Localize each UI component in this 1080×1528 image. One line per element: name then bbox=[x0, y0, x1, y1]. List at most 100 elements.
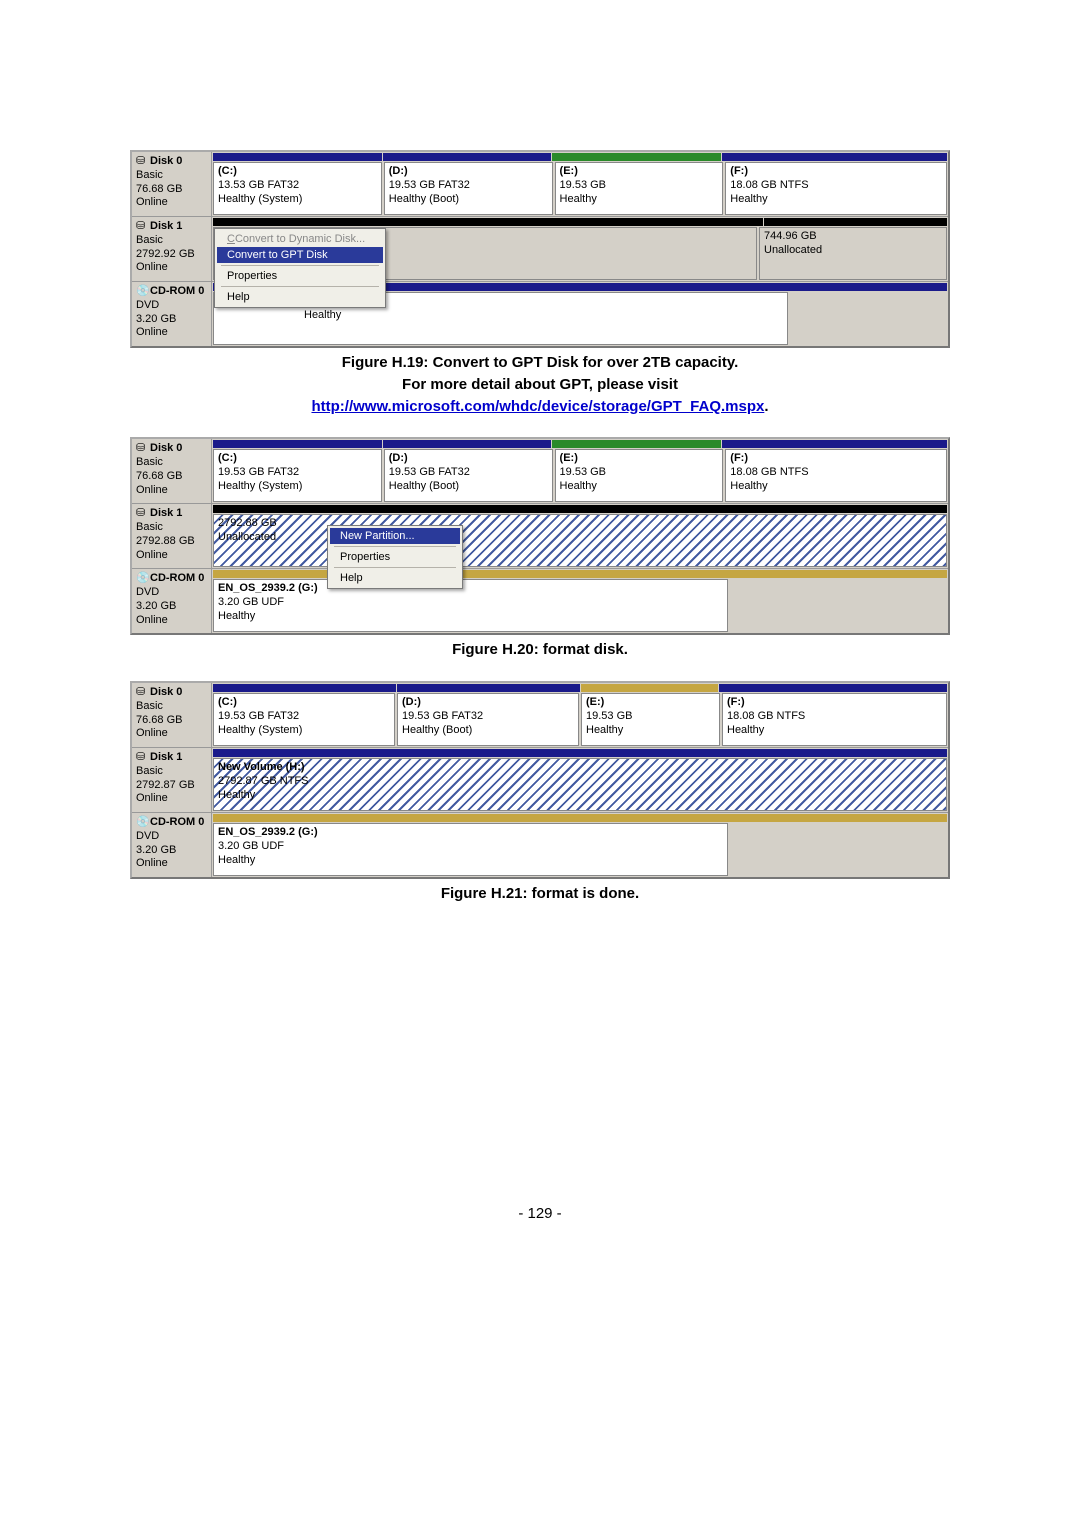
volume-h[interactable]: New Volume (H:) 2792.87 GB NTFS Healthy bbox=[213, 758, 947, 811]
disk1-type: Basic bbox=[136, 765, 163, 777]
disk0-size: 76.68 GB bbox=[136, 714, 182, 726]
volD-line2: 19.53 GB FAT32 bbox=[389, 466, 470, 478]
volH-line3: Healthy bbox=[218, 789, 255, 801]
volume-c[interactable]: (C:) 19.53 GB FAT32 Healthy (System) bbox=[213, 693, 395, 746]
volD-label: (D:) bbox=[389, 165, 408, 177]
cdrom-icon: 💿 bbox=[136, 285, 148, 299]
volC-line2: 19.53 GB FAT32 bbox=[218, 710, 299, 722]
cdrom-title: CD-ROM 0 bbox=[150, 572, 204, 584]
volume-d[interactable]: (D:) 19.53 GB FAT32 Healthy (Boot) bbox=[384, 162, 553, 215]
volD-line2: 19.53 GB FAT32 bbox=[389, 179, 470, 191]
volH-label: New Volume (H:) bbox=[218, 761, 305, 773]
context-menu-fig20[interactable]: New Partition... Properties Help bbox=[327, 525, 463, 589]
context-menu-fig19[interactable]: CConvert to Dynamic Disk... Convert to G… bbox=[214, 228, 386, 308]
volume-e[interactable]: (E:) 19.53 GB Healthy bbox=[581, 693, 720, 746]
volC-line2: 13.53 GB FAT32 bbox=[218, 179, 299, 191]
cd-healthy: Healthy bbox=[304, 309, 341, 321]
menu-help[interactable]: Help bbox=[330, 570, 460, 586]
menu-new-partition[interactable]: New Partition... bbox=[330, 528, 460, 544]
volume-f[interactable]: (F:) 18.08 GB NTFS Healthy bbox=[725, 449, 947, 502]
disk-icon: ⛁ bbox=[136, 686, 148, 700]
disk1-status: Online bbox=[136, 549, 168, 561]
volume-c[interactable]: (C:) 19.53 GB FAT32 Healthy (System) bbox=[213, 449, 382, 502]
volume-d[interactable]: (D:) 19.53 GB FAT32 Healthy (Boot) bbox=[384, 449, 553, 502]
disk1-info[interactable]: ⛁Disk 1 Basic 2792.92 GB Online bbox=[132, 217, 212, 281]
disk-icon: ⛁ bbox=[136, 220, 148, 234]
disk1-type: Basic bbox=[136, 234, 163, 246]
gpt-faq-link[interactable]: http://www.microsoft.com/whdc/device/sto… bbox=[311, 398, 764, 415]
cdrom-info[interactable]: 💿CD-ROM 0 DVD 3.20 GB Online bbox=[132, 813, 212, 877]
volE-line3: Healthy bbox=[586, 724, 623, 736]
unalloc-label: 2792.88 GB bbox=[218, 517, 277, 529]
disk1-title: Disk 1 bbox=[150, 751, 182, 763]
caption-19dot: . bbox=[764, 398, 768, 415]
volF-label: (F:) bbox=[730, 452, 748, 464]
disk1-status: Online bbox=[136, 261, 168, 273]
disk0-row: ⛁Disk 0 Basic 76.68 GB Online (C:) 19.53… bbox=[132, 439, 948, 504]
menu-convert-gpt[interactable]: Convert to GPT Disk bbox=[217, 247, 383, 263]
disk-management-panel-fig19: ⛁Disk 0 Basic 76.68 GB Online (C:) 13.53… bbox=[130, 150, 950, 348]
disk0-type: Basic bbox=[136, 456, 163, 468]
cdrom-type: DVD bbox=[136, 830, 159, 842]
volume-c[interactable]: (C:) 13.53 GB FAT32 Healthy (System) bbox=[213, 162, 382, 215]
volE-label: (E:) bbox=[586, 696, 604, 708]
volD-line3: Healthy (Boot) bbox=[389, 193, 459, 205]
volE-line2: 19.53 GB bbox=[560, 466, 606, 478]
volC-label: (C:) bbox=[218, 452, 237, 464]
volume-f[interactable]: (F:) 18.08 GB NTFS Healthy bbox=[725, 162, 947, 215]
disk0-status: Online bbox=[136, 727, 168, 739]
cdrom-volume[interactable]: EN_OS_2939.2 (G:) 3.20 GB UDF Healthy bbox=[213, 579, 728, 632]
caption-fig19: Figure H.19: Convert to GPT Disk for ove… bbox=[130, 352, 950, 417]
caption-fig20: Figure H.20: format disk. bbox=[130, 639, 950, 661]
volD-line3: Healthy (Boot) bbox=[389, 480, 459, 492]
disk1-size: 2792.92 GB bbox=[136, 248, 195, 260]
unalloc-status: Unallocated bbox=[764, 244, 822, 256]
volD-label: (D:) bbox=[402, 696, 421, 708]
disk0-title: Disk 0 bbox=[150, 155, 182, 167]
disk1-info[interactable]: ⛁Disk 1 Basic 2792.88 GB Online bbox=[132, 504, 212, 568]
disk1-title: Disk 1 bbox=[150, 220, 182, 232]
disk1-type: Basic bbox=[136, 521, 163, 533]
disk-management-panel-fig20: ⛁Disk 0 Basic 76.68 GB Online (C:) 19.53… bbox=[130, 437, 950, 635]
volF-label: (F:) bbox=[730, 165, 748, 177]
volC-line3: Healthy (System) bbox=[218, 724, 302, 736]
disk0-info[interactable]: ⛁Disk 0 Basic 76.68 GB Online bbox=[132, 683, 212, 747]
disk1-status: Online bbox=[136, 792, 168, 804]
cd-vol-label: EN_OS_2939.2 (G:) bbox=[218, 826, 318, 838]
cdrom-type: DVD bbox=[136, 299, 159, 311]
disk1-title: Disk 1 bbox=[150, 507, 182, 519]
cdrom-icon: 💿 bbox=[136, 816, 148, 830]
volume-e[interactable]: (E:) 19.53 GB Healthy bbox=[555, 449, 724, 502]
caption-19b: For more detail about GPT, please visit bbox=[402, 376, 678, 393]
unallocated-region[interactable]: 2792.88 GB Unallocated bbox=[213, 514, 947, 567]
disk-icon: ⛁ bbox=[136, 442, 148, 456]
cdrom-icon: 💿 bbox=[136, 572, 148, 586]
cdrom-row: 💿CD-ROM 0 DVD 3.20 GB Online EN_OS_2939.… bbox=[132, 569, 948, 633]
volF-line2: 18.08 GB NTFS bbox=[727, 710, 805, 722]
volume-e[interactable]: (E:) 19.53 GB Healthy bbox=[555, 162, 724, 215]
disk0-title: Disk 0 bbox=[150, 686, 182, 698]
volD-label: (D:) bbox=[389, 452, 408, 464]
cdrom-volume[interactable]: EN_OS_2939.2 (G:) 3.20 GB UDF Healthy bbox=[213, 823, 728, 876]
page-number: - 129 - bbox=[130, 1205, 950, 1222]
disk0-type: Basic bbox=[136, 700, 163, 712]
menu-properties[interactable]: Properties bbox=[330, 549, 460, 565]
cdrom-info[interactable]: 💿CD-ROM 0 DVD 3.20 GB Online bbox=[132, 569, 212, 633]
disk1-info[interactable]: ⛁Disk 1 Basic 2792.87 GB Online bbox=[132, 748, 212, 812]
unallocated-region-2[interactable]: 744.96 GB Unallocated bbox=[759, 227, 947, 280]
volume-d[interactable]: (D:) 19.53 GB FAT32 Healthy (Boot) bbox=[397, 693, 579, 746]
volF-line3: Healthy bbox=[727, 724, 764, 736]
volC-line2: 19.53 GB FAT32 bbox=[218, 466, 299, 478]
disk0-info[interactable]: ⛁Disk 0 Basic 76.68 GB Online bbox=[132, 439, 212, 503]
cdrom-info[interactable]: 💿CD-ROM 0 DVD 3.20 GB Online bbox=[132, 282, 212, 346]
menu-help[interactable]: Help bbox=[217, 289, 383, 305]
disk1-row: ⛁Disk 1 Basic 2792.88 GB Online 2792.88 … bbox=[132, 504, 948, 569]
volume-f[interactable]: (F:) 18.08 GB NTFS Healthy bbox=[722, 693, 947, 746]
cdrom-type: DVD bbox=[136, 586, 159, 598]
disk0-info[interactable]: ⛁Disk 0 Basic 76.68 GB Online bbox=[132, 152, 212, 216]
menu-properties[interactable]: Properties bbox=[217, 268, 383, 284]
cd-vol-line3: Healthy bbox=[218, 854, 255, 866]
caption-21: Figure H.21: format is done. bbox=[441, 885, 639, 902]
disk0-status: Online bbox=[136, 196, 168, 208]
menu-convert-dynamic: CConvert to Dynamic Disk... bbox=[217, 231, 383, 247]
